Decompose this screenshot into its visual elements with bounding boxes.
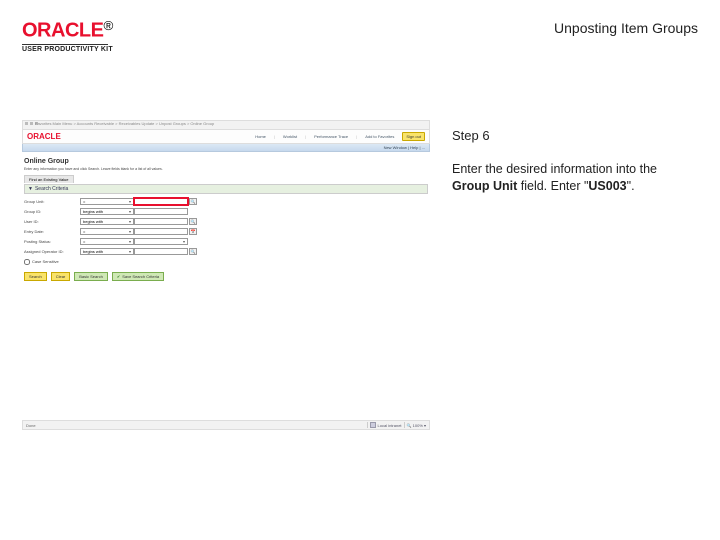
label-user-id: User ID: — [24, 219, 80, 224]
logo-rule — [22, 44, 108, 45]
row-posting-status: Posting Status: =▾ ▾ — [24, 237, 430, 246]
caret-icon: ▾ — [129, 249, 131, 254]
case-sensitive-checkbox[interactable] — [24, 259, 30, 265]
caret-icon: ▾ — [129, 199, 131, 204]
lookup-icon[interactable]: 🔍 — [189, 248, 197, 255]
logo-subtitle: USER PRODUCTIVITY KIT — [22, 46, 113, 53]
step-label: Step 6 — [452, 128, 682, 143]
tray-icon — [370, 422, 376, 428]
nav-fav[interactable]: Add to Favorites — [365, 134, 394, 139]
op-assigned-op[interactable]: begins with▾ — [80, 248, 134, 255]
app-screenshot: Favorites Main Menu > Accounts Receivabl… — [22, 120, 430, 430]
op-group-unit[interactable]: =▾ — [80, 198, 134, 205]
section-title: Online Group — [24, 158, 430, 165]
posting-status-dd[interactable]: ▾ — [134, 238, 188, 245]
status-left: Done — [26, 423, 36, 428]
app-subbar: New Window | Help | ... — [22, 144, 430, 152]
row-entry-date: Entry Date: =▾ 📅 — [24, 227, 430, 236]
group-id-input[interactable] — [134, 208, 188, 215]
user-id-input[interactable] — [134, 218, 188, 225]
instruction-panel: Step 6 Enter the desired information int… — [452, 128, 682, 195]
entry-date-input[interactable] — [134, 228, 188, 235]
nav-perf[interactable]: Performance Trace — [314, 134, 348, 139]
oracle-logo: ORACLE® — [22, 18, 113, 42]
instruction-text: Enter the desired information into the G… — [452, 161, 682, 195]
caret-icon: ▾ — [129, 209, 131, 214]
op-entry-date[interactable]: =▾ — [80, 228, 134, 235]
row-group-id: Group ID: begins with▾ — [24, 207, 430, 216]
header-nav: Home | Worklist | Performance Trace | Ad… — [255, 134, 394, 139]
app-brand: ORACLE — [27, 132, 61, 141]
page-title: Unposting Item Groups — [554, 20, 698, 36]
registered-mark: ® — [103, 18, 113, 33]
caret-icon: ▾ — [129, 219, 131, 224]
signout-button[interactable]: Sign out — [402, 132, 425, 141]
status-zone: Local intranet — [378, 423, 402, 428]
clear-button[interactable]: Clear — [51, 272, 71, 281]
logo-block: ORACLE® USER PRODUCTIVITY KIT — [22, 18, 113, 53]
nav-home[interactable]: Home — [255, 134, 266, 139]
label-case-sensitive: Case Sensitive — [32, 259, 88, 264]
basic-search-button[interactable]: Basic Search — [74, 272, 108, 281]
search-button[interactable]: Search — [24, 272, 47, 281]
row-assigned-op: Assigned Operator ID: begins with▾ 🔍 — [24, 247, 430, 256]
save-search-button[interactable]: ✔Save Search Criteria — [112, 272, 164, 281]
caret-icon: ▾ — [129, 239, 131, 244]
check-icon: ✔ — [117, 274, 120, 279]
search-criteria-label: Search Criteria — [35, 186, 68, 192]
nav-worklist[interactable]: Worklist — [283, 134, 297, 139]
breadcrumb: Favorites Main Menu > Accounts Receivabl… — [35, 121, 214, 126]
caret-icon: ▾ — [129, 229, 131, 234]
search-criteria-header[interactable]: ▼Search Criteria — [24, 184, 428, 194]
lookup-icon[interactable]: 🔍 — [189, 218, 197, 225]
caret-icon: ▾ — [183, 239, 185, 244]
lookup-icon[interactable]: 🔍 — [189, 198, 197, 205]
op-group-id[interactable]: begins with▾ — [80, 208, 134, 215]
row-case-sensitive: Case Sensitive — [24, 257, 430, 266]
row-user-id: User ID: begins with▾ 🔍 — [24, 217, 430, 226]
tab-row: Find an Existing Value — [24, 175, 430, 183]
group-unit-input[interactable] — [134, 198, 188, 205]
status-bar: Done Local intranet 🔍 100% ▾ — [22, 420, 430, 430]
subbar-links[interactable]: New Window | Help | ... — [384, 145, 425, 150]
label-group-unit: Group Unit: — [24, 199, 80, 204]
section-subtitle: Enter any information you have and click… — [24, 167, 430, 171]
label-posting-status: Posting Status: — [24, 239, 80, 244]
assigned-op-input[interactable] — [134, 248, 188, 255]
app-header: ORACLE Home | Worklist | Performance Tra… — [22, 130, 430, 144]
op-posting-status[interactable]: =▾ — [80, 238, 134, 245]
row-group-unit: Group Unit: =▾ 🔍 — [24, 197, 430, 206]
label-entry-date: Entry Date: — [24, 229, 80, 234]
doc-header: ORACLE® USER PRODUCTIVITY KIT Unposting … — [22, 18, 698, 53]
op-user-id[interactable]: begins with▾ — [80, 218, 134, 225]
calendar-icon[interactable]: 📅 — [189, 228, 197, 235]
label-assigned-op: Assigned Operator ID: — [24, 249, 80, 254]
header-right: Home | Worklist | Performance Trace | Ad… — [255, 132, 425, 141]
label-group-id: Group ID: — [24, 209, 80, 214]
search-form: Group Unit: =▾ 🔍 Group ID: begins with▾ … — [24, 197, 430, 266]
button-row: Search Clear Basic Search ✔Save Search C… — [24, 272, 430, 281]
tab-find-existing[interactable]: Find an Existing Value — [24, 175, 74, 183]
status-zoom: 🔍 100% ▾ — [407, 423, 426, 428]
browser-toolbar: Favorites Main Menu > Accounts Receivabl… — [22, 120, 430, 130]
chevron-down-icon: ▼ — [28, 186, 33, 192]
oracle-wordmark: ORACLE — [22, 19, 103, 41]
